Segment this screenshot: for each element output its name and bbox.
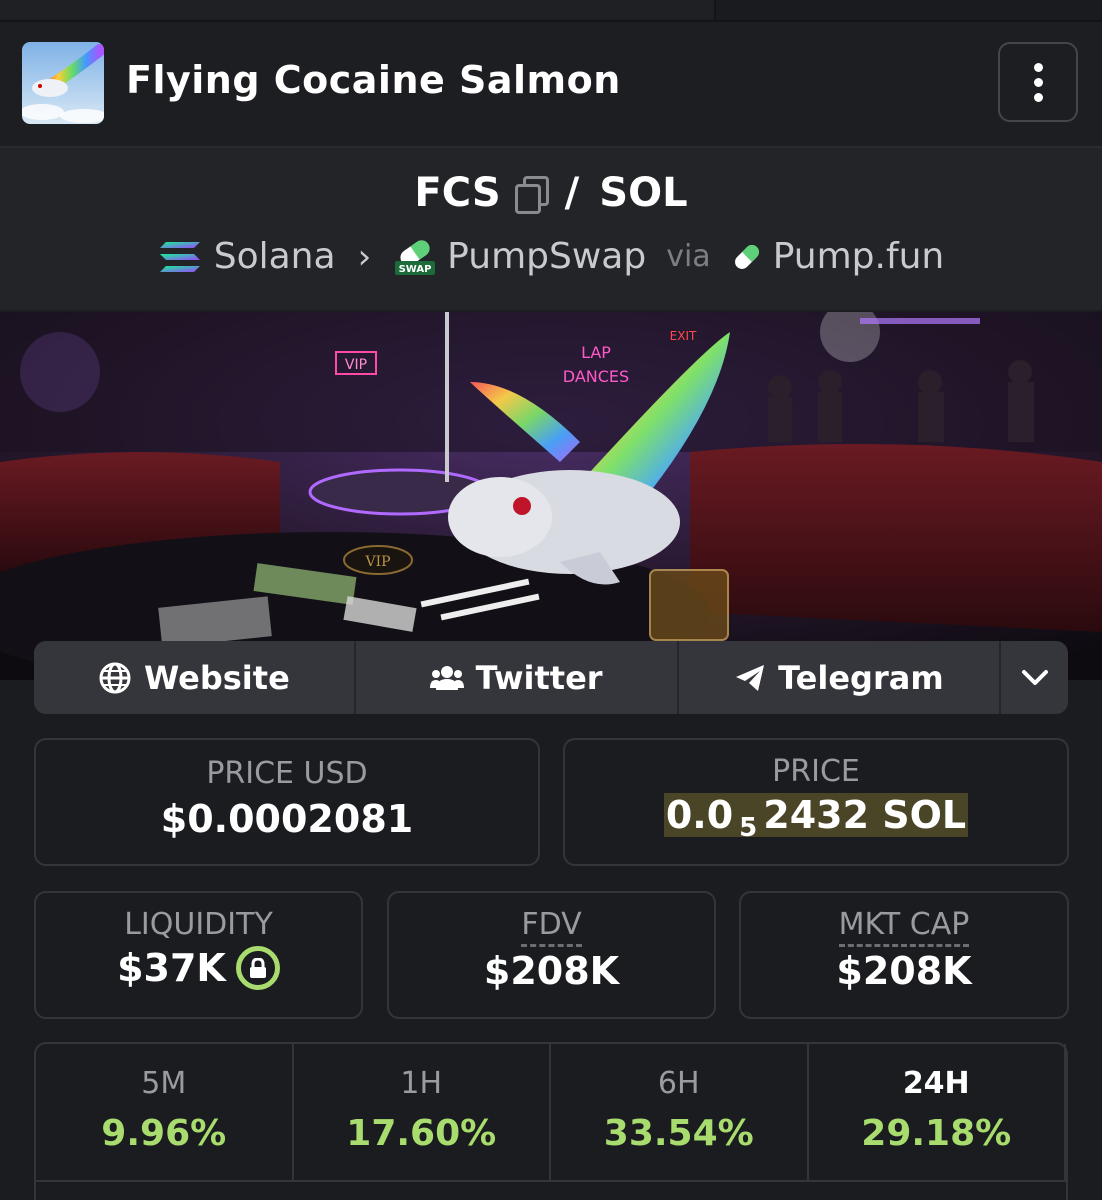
more-menu-button[interactable] [998,42,1078,122]
tab-label: 6H [657,1066,700,1101]
website-button[interactable]: Website [34,641,356,714]
fdv-value: $208K [483,949,620,993]
kebab-dot-icon [1033,92,1043,102]
top-strip-left [0,0,714,20]
banner-image: VIP LAP DANCES EXIT VIP [0,312,1102,680]
price-prefix: 0.0 [665,793,734,837]
svg-text:VIP: VIP [364,554,390,570]
tab-24h[interactable]: 24H 29.18% [809,1044,1066,1182]
fdv-card: FDV $208K [387,891,716,1019]
tab-label: 24H [902,1066,970,1101]
pair-section: FCS / SOL Solana › SWAP PumpSwap via Pum… [0,148,1102,310]
svg-text:DANCES: DANCES [563,367,629,386]
twitter-button[interactable]: Twitter [356,641,679,714]
twitter-label: Twitter [475,658,603,697]
globe-icon [99,662,131,693]
route-breadcrumb: Solana › SWAP PumpSwap via Pump.fun [0,236,1102,277]
price-usd-card: PRICE USD $0.0002081 [34,738,540,866]
tab-6h[interactable]: 6H 33.54% [551,1044,809,1182]
svg-text:LAP: LAP [581,343,611,362]
kebab-dot-icon [1033,62,1043,72]
liquidity-value: $37K [117,946,226,990]
svg-text:SWAP: SWAP [399,264,432,275]
lock-icon[interactable] [235,946,280,990]
svg-text:VIP: VIP [345,357,367,373]
mcap-value: $208K [836,949,972,993]
telegram-label: Telegram [778,658,944,697]
pumpswap-icon: SWAP [395,239,436,275]
via-label: via [666,239,711,274]
tab-label: 1H [400,1066,443,1101]
website-label: Website [143,658,290,697]
price-digits: 2432 SOL [763,793,967,837]
tab-change: 29.18% [861,1113,1012,1154]
price-usd-label: PRICE USD [206,756,368,791]
token-name: Flying Cocaine Salmon [126,58,621,102]
dex-link[interactable]: PumpSwap [447,236,646,277]
timeframe-divider [36,1180,1066,1182]
top-strip [0,0,1102,22]
price-label: PRICE [772,754,860,789]
mcap-label[interactable]: MKT CAP [838,907,970,947]
tab-change: 17.60% [346,1113,497,1154]
price-sol-card: PRICE 0.0 5 2432 SOL [563,738,1069,866]
tab-1h[interactable]: 1H 17.60% [294,1044,551,1182]
tab-label: 5M [141,1066,187,1101]
social-links-bar: Website Twitter Telegram [34,641,1068,714]
base-symbol: FCS [414,170,501,216]
telegram-button[interactable]: Telegram [679,641,1002,714]
header: Flying Cocaine Salmon [0,22,1102,148]
fdv-label-wrap: FDV [389,907,714,947]
users-icon [429,665,464,690]
fdv-label[interactable]: FDV [521,907,582,947]
tab-5m[interactable]: 5M 9.96% [36,1044,294,1182]
mcap-label-wrap: MKT CAP [741,907,1067,947]
liquidity-card: LIQUIDITY $37K [34,891,363,1019]
top-strip-right [716,0,1102,20]
pair-title: FCS / SOL [0,170,1102,216]
quote-symbol: SOL [599,170,688,216]
tab-change: 9.96% [101,1113,227,1154]
chevron-right-icon: › [357,236,372,277]
price-highlight[interactable]: 0.0 5 2432 SOL [663,793,969,843]
svg-text:EXIT: EXIT [670,329,697,343]
liquidity-row: $37K [36,946,361,990]
liquidity-label: LIQUIDITY [124,907,273,942]
timeframe-tabs: 5M 9.96% 1H 17.60% 6H 33.54% 24H 29.18% [34,1042,1068,1200]
tab-change: 33.54% [603,1113,754,1154]
kebab-dot-icon [1033,77,1043,87]
market-cap-card: MKT CAP $208K [739,891,1069,1019]
launchpad-link[interactable]: Pump.fun [773,236,945,277]
copy-icon[interactable] [514,176,549,214]
more-links-dropdown[interactable] [1001,641,1068,714]
price-usd-value: $0.0002081 [160,797,414,841]
price-zero-count: 5 [739,813,758,843]
chevron-down-icon [1021,669,1048,685]
chain-link[interactable]: Solana [214,236,336,277]
price-sol-value: 0.0 5 2432 SOL [565,793,1067,843]
token-avatar[interactable] [22,42,104,124]
telegram-plane-icon [736,664,765,691]
pair-separator: / [564,170,580,216]
solana-icon [159,241,200,272]
pumpfun-icon [734,244,759,269]
